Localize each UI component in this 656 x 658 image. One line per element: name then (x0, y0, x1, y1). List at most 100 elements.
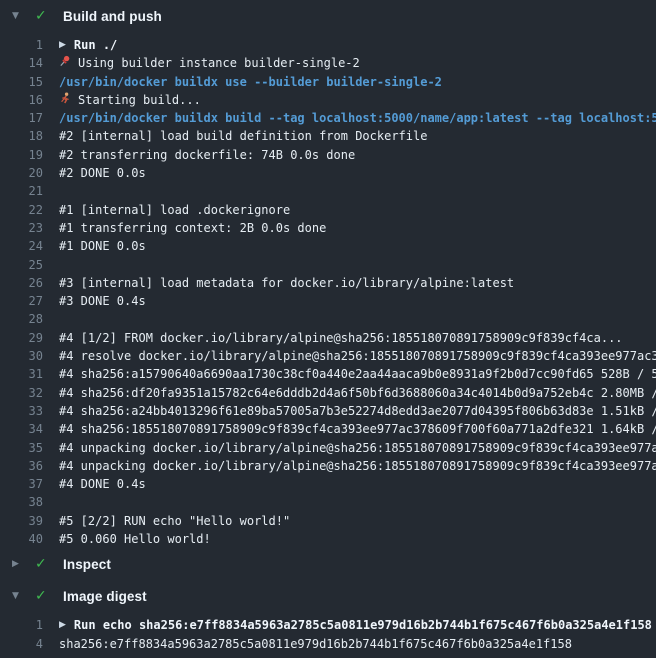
log-line-content: #4 resolve docker.io/library/alpine@sha2… (59, 347, 656, 365)
log-line: 35#4 unpacking docker.io/library/alpine@… (0, 439, 656, 457)
section-header-inspect[interactable]: ▶ ✓ Inspect (0, 548, 656, 580)
section-build-and-push: ▼✓Build and push1▶Run ./14Using builder … (0, 0, 656, 548)
log-line-content: #3 [internal] load metadata for docker.i… (59, 274, 656, 292)
log-text: Using builder instance builder-single-2 (78, 54, 360, 72)
line-number[interactable]: 36 (0, 457, 43, 475)
line-number[interactable]: 16 (0, 91, 43, 109)
log-line: 32 #4 sha256:df20fa9351a15782c64e6dddb2d4… (0, 384, 656, 402)
check-icon: ✓ (35, 9, 53, 23)
log-line-content: #1 [internal] load .dockerignore (59, 201, 656, 219)
line-number[interactable]: 27 (0, 292, 43, 310)
line-number[interactable]: 39 (0, 512, 43, 530)
line-number[interactable]: 37 (0, 475, 43, 493)
line-number[interactable]: 30 (0, 347, 43, 365)
log-line-content: Using builder instance builder-single-2 (59, 54, 656, 72)
check-icon: ✓ (35, 557, 53, 571)
log-line-content: #1 DONE 0.0s (59, 237, 656, 255)
log-line: 39 #5 [2/2] RUN echo "Hello world!" (0, 512, 656, 530)
line-number[interactable]: 22 (0, 201, 43, 219)
log-line: 25 (0, 256, 656, 274)
line-number[interactable]: 38 (0, 493, 43, 511)
section-inspect: ▶ ✓ Inspect (0, 548, 656, 580)
line-number[interactable]: 18 (0, 127, 43, 145)
log-block: 1▶Run ./14Using builder instance builder… (0, 32, 656, 548)
line-number[interactable]: 35 (0, 439, 43, 457)
log-line: 14 Using builder instance builder-single-… (0, 54, 656, 72)
line-number[interactable]: 14 (0, 54, 43, 72)
log-line: 22 #1 [internal] load .dockerignore (0, 201, 656, 219)
log-line-content: #2 DONE 0.0s (59, 164, 656, 182)
line-number[interactable]: 17 (0, 109, 43, 127)
chevron-right-icon[interactable]: ▶ (12, 560, 28, 569)
log-line-content (59, 182, 656, 200)
workflow-log-viewer: ▼✓Build and push1▶Run ./14Using builder … (0, 0, 656, 653)
log-line: 21 (0, 182, 656, 200)
line-number[interactable]: 20 (0, 164, 43, 182)
log-line-content (59, 310, 656, 328)
log-text: #4 [1/2] FROM docker.io/library/alpine@s… (59, 329, 623, 347)
log-line-content: /usr/bin/docker buildx use --builder bui… (59, 73, 656, 91)
log-text: #3 [internal] load metadata for docker.i… (59, 274, 514, 292)
line-number[interactable]: 31 (0, 365, 43, 383)
line-number[interactable]: 34 (0, 420, 43, 438)
line-number[interactable]: 24 (0, 237, 43, 255)
log-text: #4 unpacking docker.io/library/alpine@sh… (59, 457, 656, 475)
section-header-image-digest[interactable]: ▼✓Image digest (0, 580, 656, 612)
log-line: 31 #4 sha256:a15790640a6690aa1730c38cf0a4… (0, 365, 656, 383)
log-line: 28 (0, 310, 656, 328)
log-text: #2 transferring dockerfile: 74B 0.0s don… (59, 146, 355, 164)
log-line-content: #5 0.060 Hello world! (59, 530, 656, 548)
line-number[interactable]: 29 (0, 329, 43, 347)
runner-icon (59, 91, 71, 109)
log-text: sha256:e7ff8834a5963a2785c5a0811e979d16b… (59, 635, 572, 653)
log-line: 19 #2 transferring dockerfile: 74B 0.0s d… (0, 146, 656, 164)
pushpin-icon (59, 54, 71, 72)
line-number[interactable]: 40 (0, 530, 43, 548)
line-number[interactable]: 33 (0, 402, 43, 420)
log-line: 18 #2 [internal] load build definition fr… (0, 127, 656, 145)
section-header-build-and-push[interactable]: ▼✓Build and push (0, 0, 656, 32)
log-text: #5 0.060 Hello world! (59, 530, 211, 548)
line-number[interactable]: 15 (0, 73, 43, 91)
log-line: 16Starting build... (0, 91, 656, 109)
log-line: 4 sha256:e7ff8834a5963a2785c5a0811e979d16… (0, 635, 656, 653)
line-number[interactable]: 28 (0, 310, 43, 328)
log-text: #1 DONE 0.0s (59, 237, 146, 255)
section-title: Inspect (63, 557, 111, 572)
log-line: 1▶Run ./ (0, 36, 656, 54)
log-line-content: #4 sha256:a15790640a6690aa1730c38cf0a440… (59, 365, 656, 383)
log-text: #4 sha256:a24bb4013296f61e89ba57005a7b3e… (59, 402, 656, 420)
log-text: #1 [internal] load .dockerignore (59, 201, 290, 219)
log-line: 29 #4 [1/2] FROM docker.io/library/alpine… (0, 329, 656, 347)
log-text: #4 sha256:df20fa9351a15782c64e6dddb2d4a6… (59, 384, 656, 402)
expand-chevron-icon[interactable]: ▶ (59, 36, 66, 54)
log-line: 20 #2 DONE 0.0s (0, 164, 656, 182)
line-number[interactable]: 19 (0, 146, 43, 164)
line-number[interactable]: 4 (0, 635, 43, 653)
log-line: 33 #4 sha256:a24bb4013296f61e89ba57005a7b… (0, 402, 656, 420)
log-line-content (59, 256, 656, 274)
log-line: 24 #1 DONE 0.0s (0, 237, 656, 255)
line-number[interactable]: 25 (0, 256, 43, 274)
log-block: 1▶Run echo sha256:e7ff8834a5963a2785c5a0… (0, 612, 656, 653)
log-line-content: #4 [1/2] FROM docker.io/library/alpine@s… (59, 329, 656, 347)
log-text: /usr/bin/docker buildx use --builder bui… (59, 73, 442, 91)
log-text: #2 [internal] load build definition from… (59, 127, 427, 145)
chevron-down-icon[interactable]: ▼ (12, 12, 28, 21)
log-line: 37#4 DONE 0.4s (0, 475, 656, 493)
log-line: 34#4 sha256:185518070891758909c9f839cf4c… (0, 420, 656, 438)
line-number[interactable]: 23 (0, 219, 43, 237)
log-line: 1▶Run echo sha256:e7ff8834a5963a2785c5a0… (0, 616, 656, 634)
log-text: /usr/bin/docker buildx build --tag local… (59, 109, 656, 127)
log-text: #5 [2/2] RUN echo "Hello world!" (59, 512, 290, 530)
chevron-down-icon[interactable]: ▼ (12, 592, 28, 601)
line-number[interactable]: 26 (0, 274, 43, 292)
log-line: 26 #3 [internal] load metadata for docker… (0, 274, 656, 292)
line-number[interactable]: 32 (0, 384, 43, 402)
expand-chevron-icon[interactable]: ▶ (59, 616, 66, 634)
line-number[interactable]: 1 (0, 36, 43, 54)
line-number[interactable]: 21 (0, 182, 43, 200)
log-line: 36 #4 unpacking docker.io/library/alpine@… (0, 457, 656, 475)
line-number[interactable]: 1 (0, 616, 43, 634)
log-text: #1 transferring context: 2B 0.0s done (59, 219, 326, 237)
